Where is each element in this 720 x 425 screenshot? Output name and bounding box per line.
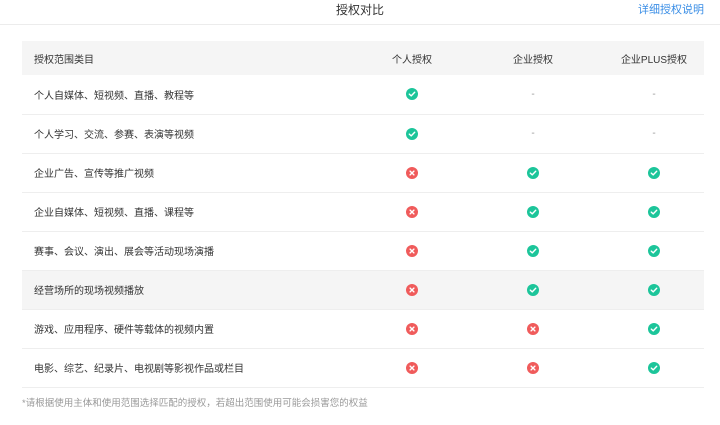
cell-personal — [362, 270, 462, 309]
check-circle-icon — [648, 166, 660, 179]
column-header-enterprise: 企业授权 — [513, 54, 553, 66]
row-scope-label: 经营场所的现场视频播放 — [34, 286, 144, 297]
cross-circle-icon — [527, 361, 539, 374]
cell-enterprise-plus — [604, 153, 704, 192]
cell-enterprise-plus — [604, 270, 704, 309]
cross-circle-icon — [406, 283, 418, 296]
check-circle-icon — [406, 88, 418, 101]
cell-enterprise: - — [462, 114, 604, 153]
cross-circle-icon — [527, 322, 539, 335]
cell-enterprise — [462, 192, 604, 231]
dash-mark: - — [652, 88, 656, 100]
column-header-personal: 个人授权 — [392, 54, 432, 66]
cell-personal — [362, 153, 462, 192]
row-scope-label: 个人学习、交流、参赛、表演等视频 — [34, 130, 194, 141]
table-header-row: 授权范围类目 个人授权 企业授权 企业PLUS授权 — [22, 41, 704, 75]
cell-personal — [362, 192, 462, 231]
cell-personal — [362, 114, 462, 153]
cell-personal — [362, 75, 462, 114]
check-circle-icon — [648, 244, 660, 257]
table-row: 个人学习、交流、参赛、表演等视频 - - — [22, 114, 704, 153]
table-row: 游戏、应用程序、硬件等载体的视频内置 — [22, 309, 704, 348]
check-circle-icon — [648, 205, 660, 218]
column-header-scope: 授权范围类目 — [34, 54, 94, 66]
cell-enterprise-plus — [604, 309, 704, 348]
cross-circle-icon — [406, 244, 418, 257]
check-circle-icon — [527, 205, 539, 218]
table-row: 赛事、会议、演出、展会等活动现场演播 — [22, 231, 704, 270]
license-comparison-table: 授权范围类目 个人授权 企业授权 企业PLUS授权 个人自媒体、短视频、直播、教… — [22, 41, 704, 388]
cross-circle-icon — [406, 322, 418, 335]
column-header-enterprise-plus: 企业PLUS授权 — [620, 54, 688, 66]
cross-circle-icon — [406, 205, 418, 218]
footnote: *请根据使用主体和使用范围选择匹配的授权，若超出范围使用可能会损害您的权益 — [22, 398, 368, 409]
check-circle-icon — [648, 322, 660, 335]
dash-mark: - — [652, 128, 656, 139]
table-row: 企业广告、宣传等推广视频 — [22, 153, 704, 192]
cell-personal — [362, 231, 462, 270]
table-row: 电影、综艺、纪录片、电视剧等影视作品或栏目 — [22, 348, 704, 387]
check-circle-icon — [527, 166, 539, 179]
check-circle-icon — [527, 244, 539, 257]
cell-enterprise-plus: - — [604, 75, 704, 114]
cell-enterprise — [462, 153, 604, 192]
table-row: 经营场所的现场视频播放 — [22, 270, 704, 309]
check-circle-icon — [527, 283, 539, 296]
row-scope-label: 赛事、会议、演出、展会等活动现场演播 — [34, 247, 214, 258]
cell-enterprise-plus: - — [604, 114, 704, 153]
cell-enterprise-plus — [604, 231, 704, 270]
row-scope-label: 企业广告、宣传等推广视频 — [34, 169, 154, 180]
table-body: 个人自媒体、短视频、直播、教程等 - - 个人学习、交流、参赛、表演等视频 - - 企业广告… — [22, 75, 704, 387]
row-scope-label: 企业自媒体、短视频、直播、课程等 — [34, 208, 194, 219]
cell-enterprise-plus — [604, 192, 704, 231]
cell-personal — [362, 309, 462, 348]
table-row: 个人自媒体、短视频、直播、教程等 - - — [22, 75, 704, 114]
check-circle-icon — [648, 283, 660, 296]
cell-enterprise — [462, 231, 604, 270]
cell-personal — [362, 348, 462, 387]
header-divider — [0, 24, 720, 25]
row-scope-label: 电影、综艺、纪录片、电视剧等影视作品或栏目 — [34, 364, 244, 375]
page-title: 授权对比 — [335, 3, 384, 17]
cell-enterprise — [462, 348, 604, 387]
cell-enterprise-plus — [604, 348, 704, 387]
dash-mark: - — [531, 128, 535, 139]
check-circle-icon — [648, 361, 660, 374]
detail-license-link[interactable]: 详细授权说明 — [638, 2, 704, 18]
cell-enterprise — [462, 309, 604, 348]
cell-enterprise — [462, 270, 604, 309]
table-row: 企业自媒体、短视频、直播、课程等 — [22, 192, 704, 231]
row-scope-label: 个人自媒体、短视频、直播、教程等 — [34, 90, 194, 102]
cell-enterprise: - — [462, 75, 604, 114]
row-scope-label: 游戏、应用程序、硬件等载体的视频内置 — [34, 325, 214, 336]
check-circle-icon — [406, 127, 418, 140]
dash-mark: - — [531, 88, 535, 100]
cross-circle-icon — [406, 361, 418, 374]
cross-circle-icon — [406, 166, 418, 179]
